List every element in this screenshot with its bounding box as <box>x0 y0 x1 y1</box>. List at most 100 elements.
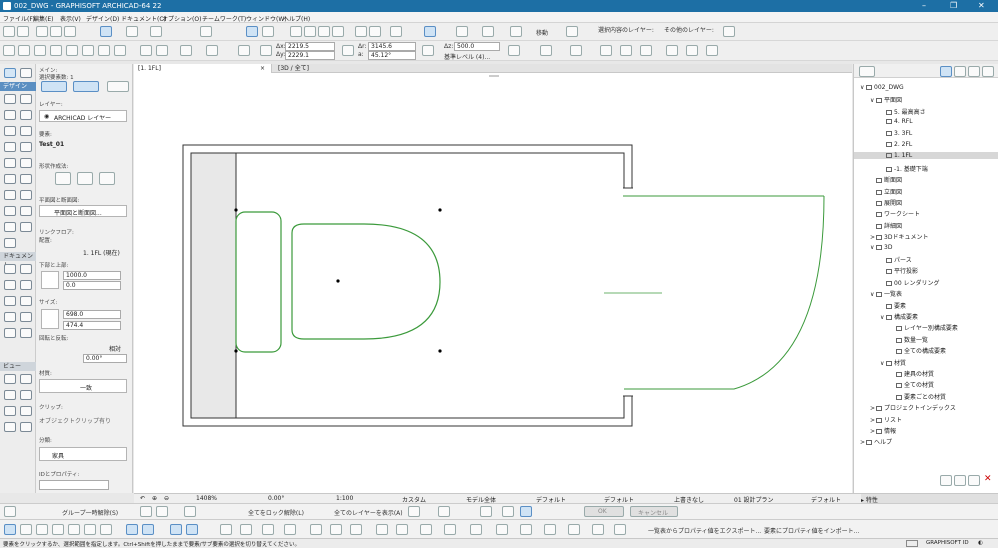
elevation-icon[interactable] <box>510 26 522 37</box>
hotspot-doc-tool-icon[interactable] <box>20 328 32 338</box>
wall-quick-icon[interactable] <box>4 524 16 535</box>
toolbar-icon-e[interactable] <box>66 45 78 56</box>
worksheet-quick-icon[interactable] <box>496 524 508 535</box>
polyline-icon[interactable] <box>304 26 316 37</box>
idprop-field[interactable] <box>39 480 109 490</box>
grid-snap-icon[interactable] <box>150 26 162 37</box>
hotspot-tl[interactable] <box>234 208 238 212</box>
show-layers-label[interactable]: 全てのレイヤーを表示(A) <box>334 508 403 517</box>
object-tool-icon[interactable] <box>20 190 32 200</box>
view-map-icon[interactable] <box>954 66 966 77</box>
marker-quick-icon[interactable] <box>544 524 556 535</box>
beam-quick-icon[interactable] <box>36 524 48 535</box>
publisher-icon[interactable] <box>982 66 994 77</box>
level-dim-tool-icon[interactable] <box>20 264 32 274</box>
nav-item[interactable]: ∨ 平面図 <box>854 95 998 104</box>
magnet-icon[interactable] <box>390 26 402 37</box>
nav-item[interactable]: ∨ 002_DWG <box>854 84 998 91</box>
toolbar-icon-j[interactable] <box>156 45 168 56</box>
import-properties-link[interactable]: 要素にプロパティ値をインポート... <box>764 526 859 535</box>
view-3d-icon[interactable] <box>424 26 436 37</box>
camera-quick-icon[interactable] <box>396 524 408 535</box>
line-tool-icon[interactable] <box>290 26 302 37</box>
nav-item[interactable]: 数量一覧 <box>854 335 998 344</box>
nav-item[interactable]: パース <box>854 255 998 264</box>
fill-icon[interactable] <box>355 26 367 37</box>
nav-footer-icon-a[interactable] <box>940 475 952 486</box>
elevation-tool-icon[interactable] <box>20 374 32 384</box>
nav-close-icon[interactable]: ✕ <box>984 474 992 484</box>
toolbar-icon-k[interactable] <box>180 45 192 56</box>
inner-wall[interactable] <box>190 152 625 419</box>
trace-quick-icon[interactable] <box>592 524 604 535</box>
toolbar-icon-c[interactable] <box>34 45 46 56</box>
opening-tool-icon[interactable] <box>20 222 32 232</box>
nav-item[interactable]: > ヘルプ <box>854 437 998 446</box>
select-type-icon[interactable] <box>73 81 99 92</box>
properties-header[interactable]: ▸ 特性 <box>861 494 998 504</box>
angle-value[interactable]: 0.00° <box>268 495 284 502</box>
nav-footer-icon-b[interactable] <box>954 475 966 486</box>
guide-icon[interactable] <box>126 26 138 37</box>
refresh-icon[interactable] <box>566 26 578 37</box>
nav-item[interactable]: 4. RFL <box>854 118 998 125</box>
beam-tool-icon[interactable] <box>4 110 16 120</box>
link-floor-value[interactable]: 1. 1FL (現在) <box>83 248 120 257</box>
nav-item[interactable]: 全ての材質 <box>854 380 998 389</box>
toolbar-icon-b[interactable] <box>18 45 30 56</box>
lock-icon[interactable] <box>184 506 196 517</box>
slab-tool-icon[interactable] <box>4 158 16 168</box>
column-tool-icon[interactable] <box>20 94 32 104</box>
undo-view-icon[interactable]: ↶ <box>140 495 145 502</box>
arc-icon[interactable] <box>318 26 330 37</box>
nav-item[interactable]: 00 レンダリング <box>854 278 998 287</box>
toolbar-icon-g[interactable] <box>98 45 110 56</box>
nav-item[interactable]: ワークシート <box>854 209 998 218</box>
morph-tool-icon[interactable] <box>4 190 16 200</box>
outer-wall[interactable] <box>182 144 633 427</box>
transform-icon[interactable] <box>480 506 492 517</box>
delta-y-field[interactable]: 2229.1 <box>285 51 335 60</box>
material-dropdown[interactable]: 一致 <box>39 379 127 393</box>
hotspot-br[interactable] <box>438 349 442 353</box>
marquee-tool-icon[interactable] <box>20 68 32 78</box>
nav-item[interactable]: 詳細図 <box>854 221 998 230</box>
toolbar-icon-f[interactable] <box>82 45 94 56</box>
zone-quick-icon[interactable] <box>170 524 182 535</box>
top-field[interactable]: 0.0 <box>63 281 121 290</box>
nav-item[interactable]: 3. 3FL <box>854 130 998 137</box>
nav-item[interactable]: > 情報 <box>854 426 998 435</box>
line-quick-icon[interactable] <box>310 524 322 535</box>
width-field[interactable]: 698.0 <box>63 310 121 319</box>
nav-item[interactable]: > プロジェクトインデックス <box>854 403 998 412</box>
zoom-out-icon[interactable]: ⊖ <box>164 495 169 502</box>
layout-book-icon[interactable] <box>968 66 980 77</box>
arrow-down-icon[interactable] <box>156 506 168 517</box>
nav-item[interactable]: 断面図 <box>854 175 998 184</box>
toolbar-icon-d[interactable] <box>50 45 62 56</box>
tool-tab-view[interactable]: ビュー <box>0 362 36 371</box>
selection-mode-icon[interactable] <box>41 81 67 92</box>
layer-icon-c[interactable] <box>640 45 652 56</box>
zone-tool-icon[interactable] <box>4 206 16 216</box>
radius-icon[interactable] <box>342 45 354 56</box>
tab-3d[interactable]: [3D / 全て] <box>274 64 444 73</box>
spline-tool-icon[interactable] <box>4 328 16 338</box>
hotspot-tr[interactable] <box>438 208 442 212</box>
category-dropdown[interactable]: 家具 <box>39 447 127 461</box>
graphisoft-id-link[interactable]: GRAPHISOFT ID <box>926 540 969 546</box>
door-swing-arc[interactable] <box>624 195 825 390</box>
arrow-up-icon[interactable] <box>140 506 152 517</box>
zoom-select-icon[interactable] <box>502 506 514 517</box>
home-icon[interactable] <box>369 26 381 37</box>
label-tool-icon[interactable] <box>20 280 32 290</box>
grid-tool-icon[interactable] <box>20 422 32 432</box>
railing-quick-icon[interactable] <box>100 524 112 535</box>
elev-quick-icon[interactable] <box>444 524 456 535</box>
check-icon[interactable] <box>438 506 450 517</box>
snap-icon[interactable] <box>100 26 112 37</box>
pointer-sel-icon[interactable] <box>408 506 420 517</box>
worksheet-tool-icon[interactable] <box>20 390 32 400</box>
clip-value[interactable]: オブジェクトクリップ有り <box>39 416 111 425</box>
menu-help[interactable]: ヘルプ(H) <box>283 14 310 23</box>
